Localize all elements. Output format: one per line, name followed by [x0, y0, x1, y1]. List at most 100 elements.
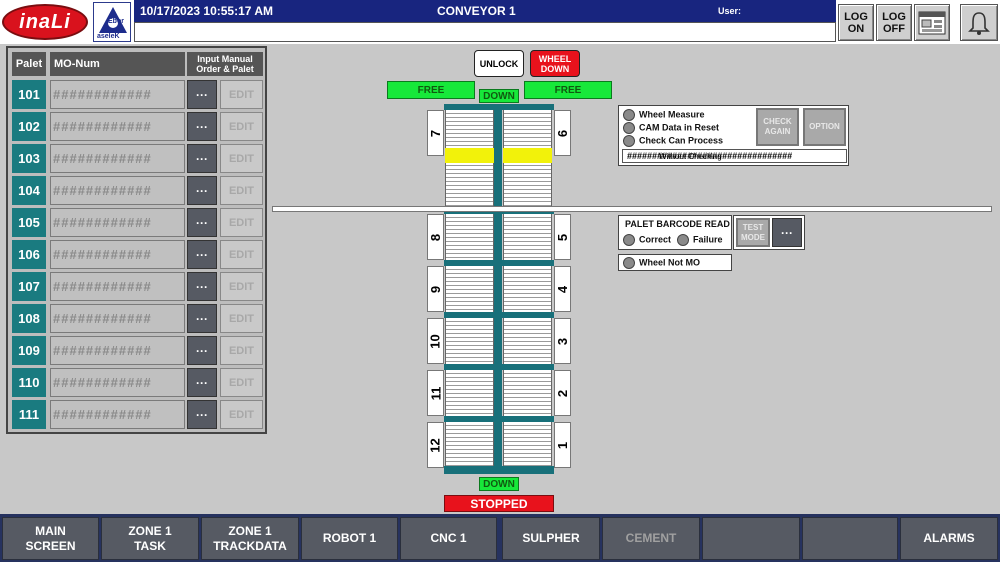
test-mode-button[interactable]: TEST MODE — [736, 218, 770, 247]
position-marker-right: 1 — [554, 422, 571, 468]
edit-button[interactable]: EDIT — [220, 400, 263, 429]
mo-number-field[interactable]: ############ — [50, 112, 185, 141]
log-on-button[interactable]: LOG ON — [838, 4, 874, 41]
mo-number-field[interactable]: ############ — [50, 400, 185, 429]
option-button[interactable]: OPTION — [803, 108, 846, 146]
loaded-slot-right — [503, 148, 552, 163]
wheel-not-mo-indicator: Wheel Not MO — [618, 254, 732, 271]
logo-text: inaLi — [19, 10, 71, 33]
position-number: 6 — [554, 129, 570, 137]
input-order-button[interactable]: ··· — [187, 368, 217, 397]
position-number: 10 — [428, 333, 443, 349]
conveyor-bottom-bar — [444, 466, 554, 474]
nav-button-label: CEMENT — [625, 531, 677, 545]
conveyor-lane-right — [503, 318, 552, 364]
cnc1-button[interactable]: CNC 1 — [400, 517, 497, 560]
cement-button[interactable]: CEMENT — [602, 517, 700, 560]
edit-button[interactable]: EDIT — [220, 208, 263, 237]
mo-number-field[interactable]: ############ — [50, 304, 185, 333]
input-order-button[interactable]: ··· — [187, 304, 217, 333]
logo2-text-top: Ebor — [108, 18, 124, 25]
unlock-button[interactable]: UNLOCK — [474, 50, 524, 77]
input-order-button[interactable]: ··· — [187, 240, 217, 269]
panel-view-button[interactable] — [914, 4, 950, 41]
column-header-palet: Palet — [12, 52, 46, 76]
position-number: 4 — [554, 285, 570, 293]
input-order-button[interactable]: ··· — [187, 272, 217, 301]
palet-number: 108 — [12, 304, 46, 333]
down-indicator-bottom: DOWN — [479, 477, 519, 491]
palet-number: 105 — [12, 208, 46, 237]
input-order-button[interactable]: ··· — [187, 208, 217, 237]
sulpher-button[interactable]: SULPHER — [502, 517, 600, 560]
blank-nav-button[interactable] — [802, 517, 898, 560]
mo-number-field[interactable]: ############ — [50, 240, 185, 269]
message-bar — [134, 22, 836, 42]
mo-number-field[interactable]: ############ — [50, 144, 185, 173]
bell-icon — [968, 11, 990, 35]
mo-number-field[interactable]: ############ — [50, 176, 185, 205]
nav-button-label: CNC 1 — [430, 531, 467, 545]
zone1-task-button[interactable]: ZONE 1 TASK — [101, 517, 199, 560]
edit-button[interactable]: EDIT — [220, 368, 263, 397]
position-number: 5 — [554, 233, 570, 241]
zone1-trackdata-button[interactable]: ZONE 1 TRACKDATA — [201, 517, 299, 560]
barcode-panel: PALET BARCODE READ Correct Failure — [618, 215, 732, 250]
main-screen-button[interactable]: MAIN SCREEN — [2, 517, 99, 560]
edit-button[interactable]: EDIT — [220, 144, 263, 173]
zone-divider — [272, 206, 992, 212]
palet-number: 103 — [12, 144, 46, 173]
edit-button[interactable]: EDIT — [220, 336, 263, 365]
logo2-text-bottom: aseleK — [97, 33, 120, 40]
edit-button[interactable]: EDIT — [220, 80, 263, 109]
alarms-button[interactable]: ALARMS — [900, 517, 998, 560]
position-marker-right: 3 — [554, 318, 571, 364]
position-number: 3 — [554, 337, 570, 345]
check-process-led — [623, 135, 635, 147]
cam-data-led — [623, 122, 635, 134]
robot1-button[interactable]: ROBOT 1 — [301, 517, 398, 560]
barcode-options-button[interactable]: ··· — [772, 218, 802, 247]
palet-number: 101 — [12, 80, 46, 109]
control-panel-icon — [918, 11, 946, 34]
mo-number-field[interactable]: ############ — [50, 208, 185, 237]
title-bar: 10/17/2023 10:55:17 AM CONVEYOR 1 User: — [134, 0, 836, 22]
mo-number-field[interactable]: ############ — [50, 272, 185, 301]
notifications-button[interactable] — [960, 4, 998, 41]
log-on-label: LOG ON — [844, 10, 868, 35]
wheel-not-mo-label: Wheel Not MO — [639, 257, 700, 268]
wheel-measure-label: Wheel Measure — [639, 109, 705, 120]
log-off-button[interactable]: LOG OFF — [876, 4, 912, 41]
edit-button[interactable]: EDIT — [220, 112, 263, 141]
wheel-down-button[interactable]: WHEEL DOWN — [530, 50, 580, 77]
datetime: 10/17/2023 10:55:17 AM — [140, 4, 273, 18]
input-order-button[interactable]: ··· — [187, 336, 217, 365]
conveyor-lane-right — [503, 214, 552, 260]
input-order-button[interactable]: ··· — [187, 144, 217, 173]
column-header-mo: MO-Num — [50, 52, 185, 76]
conveyor-lane-left — [445, 318, 494, 364]
palet-number: 104 — [12, 176, 46, 205]
check-process-item: Check Can Process — [623, 135, 723, 147]
nav-button-label: ZONE 1 TASK — [128, 523, 172, 553]
conveyor-lane-right — [503, 370, 552, 416]
input-order-button[interactable]: ··· — [187, 176, 217, 205]
edit-button[interactable]: EDIT — [220, 304, 263, 333]
input-order-button[interactable]: ··· — [187, 80, 217, 109]
mo-number-field[interactable]: ############ — [50, 336, 185, 365]
edit-button[interactable]: EDIT — [220, 240, 263, 269]
input-order-button[interactable]: ··· — [187, 112, 217, 141]
palet-table: Palet MO-Num Input Manual Order & Palet … — [6, 46, 267, 434]
check-again-button[interactable]: CHECK AGAIN — [756, 108, 799, 146]
mo-number-field[interactable]: ############ — [50, 80, 185, 109]
stopped-indicator: STOPPED — [444, 495, 554, 512]
palet-number: 102 — [12, 112, 46, 141]
mo-number-field[interactable]: ############ — [50, 368, 185, 397]
blank-nav-button[interactable] — [702, 517, 800, 560]
input-order-button[interactable]: ··· — [187, 400, 217, 429]
palet-number: 110 — [12, 368, 46, 397]
edit-button[interactable]: EDIT — [220, 272, 263, 301]
conveyor-lane-left — [445, 422, 494, 466]
position-number: 9 — [427, 285, 443, 293]
edit-button[interactable]: EDIT — [220, 176, 263, 205]
